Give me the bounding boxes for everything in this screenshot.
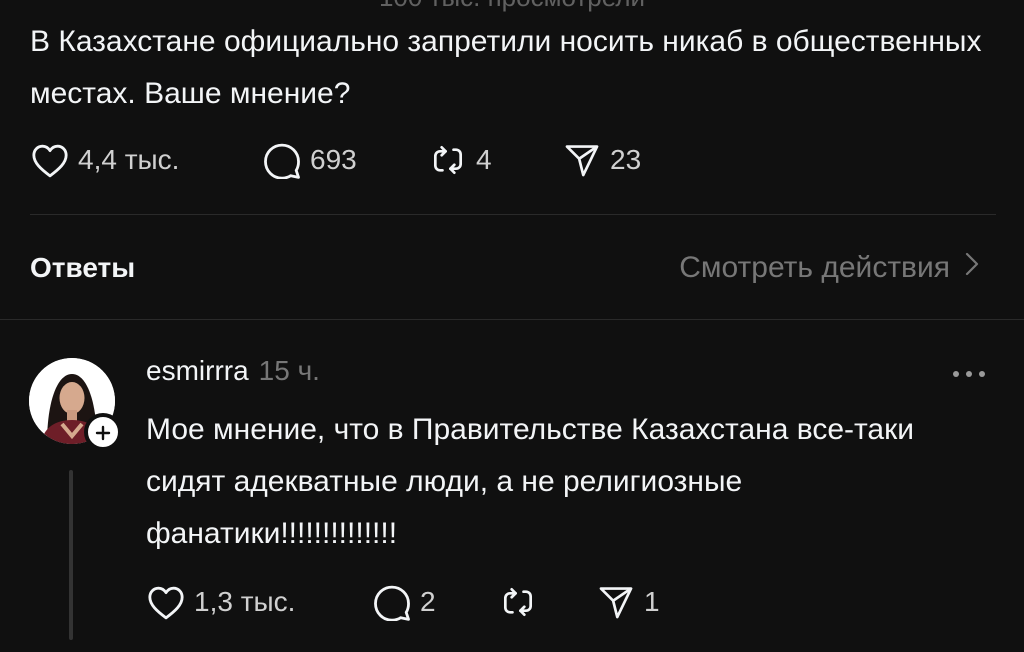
more-options-button[interactable] (950, 367, 988, 386)
reply-like-button[interactable]: 1,3 тыс. (146, 583, 372, 621)
reply-like-count: 1,3 тыс. (194, 586, 296, 617)
post-comment-count: 693 (310, 144, 357, 175)
plus-icon (95, 419, 111, 445)
more-dots-icon (950, 368, 988, 385)
post-repost-button[interactable]: 4 (428, 141, 562, 179)
reply-text: Мое мнение, что в Правительстве Казахста… (146, 413, 914, 550)
post-actions: 4,4 тыс. 693 4 23 (30, 141, 641, 179)
repost-icon (498, 583, 538, 621)
post-share-button[interactable]: 23 (562, 141, 641, 179)
reply-actions: 1,3 тыс. 2 1 (146, 583, 660, 621)
heart-icon (30, 141, 70, 179)
reply-timestamp: 15 ч. (258, 355, 320, 386)
follow-button[interactable] (84, 413, 122, 451)
send-icon (562, 141, 602, 179)
reply-repost-button[interactable] (498, 583, 596, 621)
post-like-button[interactable]: 4,4 тыс. (30, 141, 262, 179)
heart-icon (146, 583, 186, 621)
comment-bubble-icon (262, 141, 302, 179)
comment-bubble-icon (372, 583, 412, 621)
post-share-count: 23 (610, 144, 642, 175)
post-comment-button[interactable]: 693 (262, 141, 428, 179)
reply-comment-button[interactable]: 2 (372, 583, 498, 621)
reply-comment-count: 2 (420, 586, 436, 617)
reply-username[interactable]: esmirrra (146, 355, 249, 387)
thread-line (69, 470, 73, 640)
reply-header: esmirrra 15 ч. (146, 355, 320, 387)
replies-header: Ответы Смотреть действия (30, 244, 980, 292)
replies-divider (0, 319, 1024, 320)
post-text: В Казахстане официально запретили носить… (30, 25, 982, 110)
post-divider (30, 214, 996, 215)
post-repost-count: 4 (476, 144, 492, 175)
thread-page: 100 тыс. просмотрели В Казахстане официа… (0, 0, 1024, 652)
post-views-count: 100 тыс. просмотрели (0, 0, 1024, 10)
reply-share-button[interactable]: 1 (596, 583, 660, 621)
see-activity-label: Смотреть действия (679, 251, 950, 284)
repost-icon (428, 141, 468, 179)
send-icon (596, 583, 636, 621)
post-like-count: 4,4 тыс. (78, 144, 180, 175)
chevron-right-icon (950, 251, 980, 285)
replies-title: Ответы (30, 252, 136, 283)
reply-share-count: 1 (644, 586, 660, 617)
see-activity-link[interactable]: Смотреть действия (679, 251, 980, 285)
